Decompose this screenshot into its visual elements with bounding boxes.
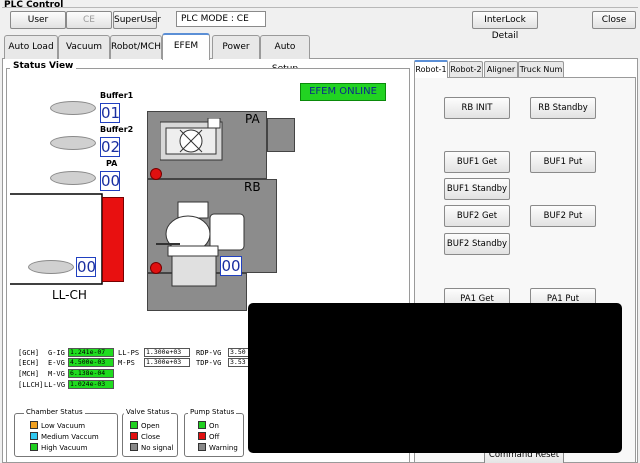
close-button[interactable]: Close — [592, 11, 636, 29]
rb-init-button[interactable]: RB INIT — [444, 97, 510, 119]
gauge-group-mch: [MCH] — [18, 370, 40, 378]
buf2-get-button[interactable]: BUF2 Get — [444, 205, 510, 227]
tab-efem[interactable]: EFEM — [162, 33, 210, 60]
medium-vacuum-label: Medium Vaccum — [41, 433, 99, 441]
tab-auto-load[interactable]: Auto Load — [4, 35, 58, 59]
buffer2-label: Buffer2 — [100, 125, 134, 134]
robot-arm-icon — [156, 201, 245, 287]
tab-robot-2[interactable]: Robot-2 — [449, 61, 483, 77]
llch-label: LL-CH — [52, 288, 87, 302]
valve-no-signal-label: No signal — [141, 444, 174, 452]
legend-medium-vacuum: Medium Vaccum — [30, 432, 99, 442]
efem-online-indicator: EFEM ONLINE — [300, 83, 386, 101]
low-vacuum-swatch — [30, 421, 38, 429]
pump-status-title: Pump Status — [188, 408, 237, 416]
valve-open-swatch — [130, 421, 138, 429]
buf1-get-button[interactable]: BUF1 Get — [444, 151, 510, 173]
buffer2-slot — [50, 136, 96, 150]
buf1-standby-button[interactable]: BUF1 Standby — [444, 178, 510, 200]
interlock-detail-button[interactable]: InterLock Detail — [472, 11, 538, 41]
gauge-name-gig: G-IG — [48, 349, 65, 357]
medium-vacuum-swatch — [30, 432, 38, 440]
valve-close-swatch — [130, 432, 138, 440]
pump-off-label: Off — [209, 433, 220, 441]
tab-robot-mch[interactable]: Robot/MCH — [110, 35, 162, 59]
gauge-name-rdpvg: RDP-VG — [196, 349, 222, 357]
gauge-group-ech: [ECH] — [18, 359, 40, 367]
pump-off-swatch — [198, 432, 206, 440]
buf1-put-button[interactable]: BUF1 Put — [530, 151, 596, 173]
valve-no-signal-swatch — [130, 443, 138, 451]
gauge-value-llvg: 1.024e-03 — [68, 380, 114, 389]
gauge-name-mvg: M-VG — [48, 370, 65, 378]
llch-count: 00 — [76, 257, 97, 277]
buffer1-label: Buffer1 — [100, 91, 134, 100]
pa-side-block — [267, 118, 295, 152]
legend-valve-no-signal: No signal — [130, 443, 173, 453]
rb-standby-button[interactable]: RB Standby — [530, 97, 596, 119]
gauge-value-mvg: 6.138e-04 — [68, 369, 114, 378]
gauge-value-mps: 1.300e+03 — [144, 358, 190, 367]
plc-mode-field: PLC MODE : CE — [176, 11, 266, 27]
pa-chamber-label: PA — [245, 112, 260, 126]
legend-valve-open: Open — [130, 421, 160, 431]
ce-button[interactable]: CE — [66, 11, 112, 29]
legend-low-vacuum: Low Vacuum — [30, 421, 85, 431]
pump-warning-label: Warning — [209, 444, 238, 452]
legend-valve-close: Close — [130, 432, 160, 442]
legend-pump-off: Off — [198, 432, 219, 442]
gauge-name-tdpvg: TDP-VG — [196, 359, 222, 367]
buf2-put-button[interactable]: BUF2 Put — [530, 205, 596, 227]
low-vacuum-label: Low Vacuum — [41, 422, 86, 430]
high-vacuum-swatch — [30, 443, 38, 451]
pa-sensor-dot — [150, 168, 162, 180]
tab-power[interactable]: Power — [212, 35, 260, 59]
legend-pump-warning: Warning — [198, 443, 238, 453]
pump-warning-swatch — [198, 443, 206, 451]
buffer1-slot — [50, 101, 96, 115]
redaction-overlay — [248, 303, 622, 453]
gauge-value-rdpvg: 3.50 — [228, 348, 250, 357]
pump-on-label: On — [209, 422, 219, 430]
valve-open-label: Open — [141, 422, 160, 430]
llch-slot — [28, 260, 74, 274]
gauge-name-llps: LL-PS — [118, 349, 140, 357]
high-vacuum-label: High Vacuum — [41, 444, 88, 452]
valve-close-label: Close — [141, 433, 161, 441]
tab-vacuum[interactable]: Vacuum — [58, 35, 110, 59]
tab-aligner[interactable]: Aligner — [484, 61, 518, 77]
gauge-name-mps: M-PS — [118, 359, 135, 367]
pa-buffer-label: PA — [106, 159, 118, 168]
valve-status-title: Valve Status — [124, 408, 172, 416]
buf2-standby-button[interactable]: BUF2 Standby — [444, 233, 510, 255]
pa-count: 00 — [100, 171, 121, 191]
buffer2-count: 02 — [100, 137, 121, 157]
legend-high-vacuum: High Vacuum — [30, 443, 87, 453]
tab-truck-num[interactable]: Truck Num — [518, 61, 564, 77]
tab-auto-setup[interactable]: Auto Setup — [260, 35, 310, 74]
buffer1-count: 01 — [100, 103, 121, 123]
tab-robot-1[interactable]: Robot-1 — [414, 60, 448, 78]
pa-slot — [50, 171, 96, 185]
gauge-name-evg: E-VG — [48, 359, 65, 367]
gauge-group-llch: [LLCH] — [18, 381, 44, 389]
gauge-value-llps: 1.300e+03 — [144, 348, 190, 357]
rb-chamber-label: RB — [244, 180, 261, 194]
superuser-button[interactable]: SuperUser — [113, 11, 161, 29]
gauge-group-gch: [GCH] — [18, 349, 40, 357]
legend-pump-on: On — [198, 421, 219, 431]
aligner-icon — [160, 118, 223, 161]
chamber-status-title: Chamber Status — [24, 408, 85, 416]
gauge-name-llvg: LL-VG — [44, 381, 66, 389]
gauge-value-evg: 4.500e-03 — [68, 358, 114, 367]
llch-door — [102, 197, 124, 282]
user-button[interactable]: User — [10, 11, 66, 29]
gauge-value-gig: 1.241e-07 — [68, 348, 114, 357]
gauge-value-tdpvg: 3.53 — [228, 358, 250, 367]
pump-on-swatch — [198, 421, 206, 429]
status-view-title: Status View — [10, 61, 77, 71]
